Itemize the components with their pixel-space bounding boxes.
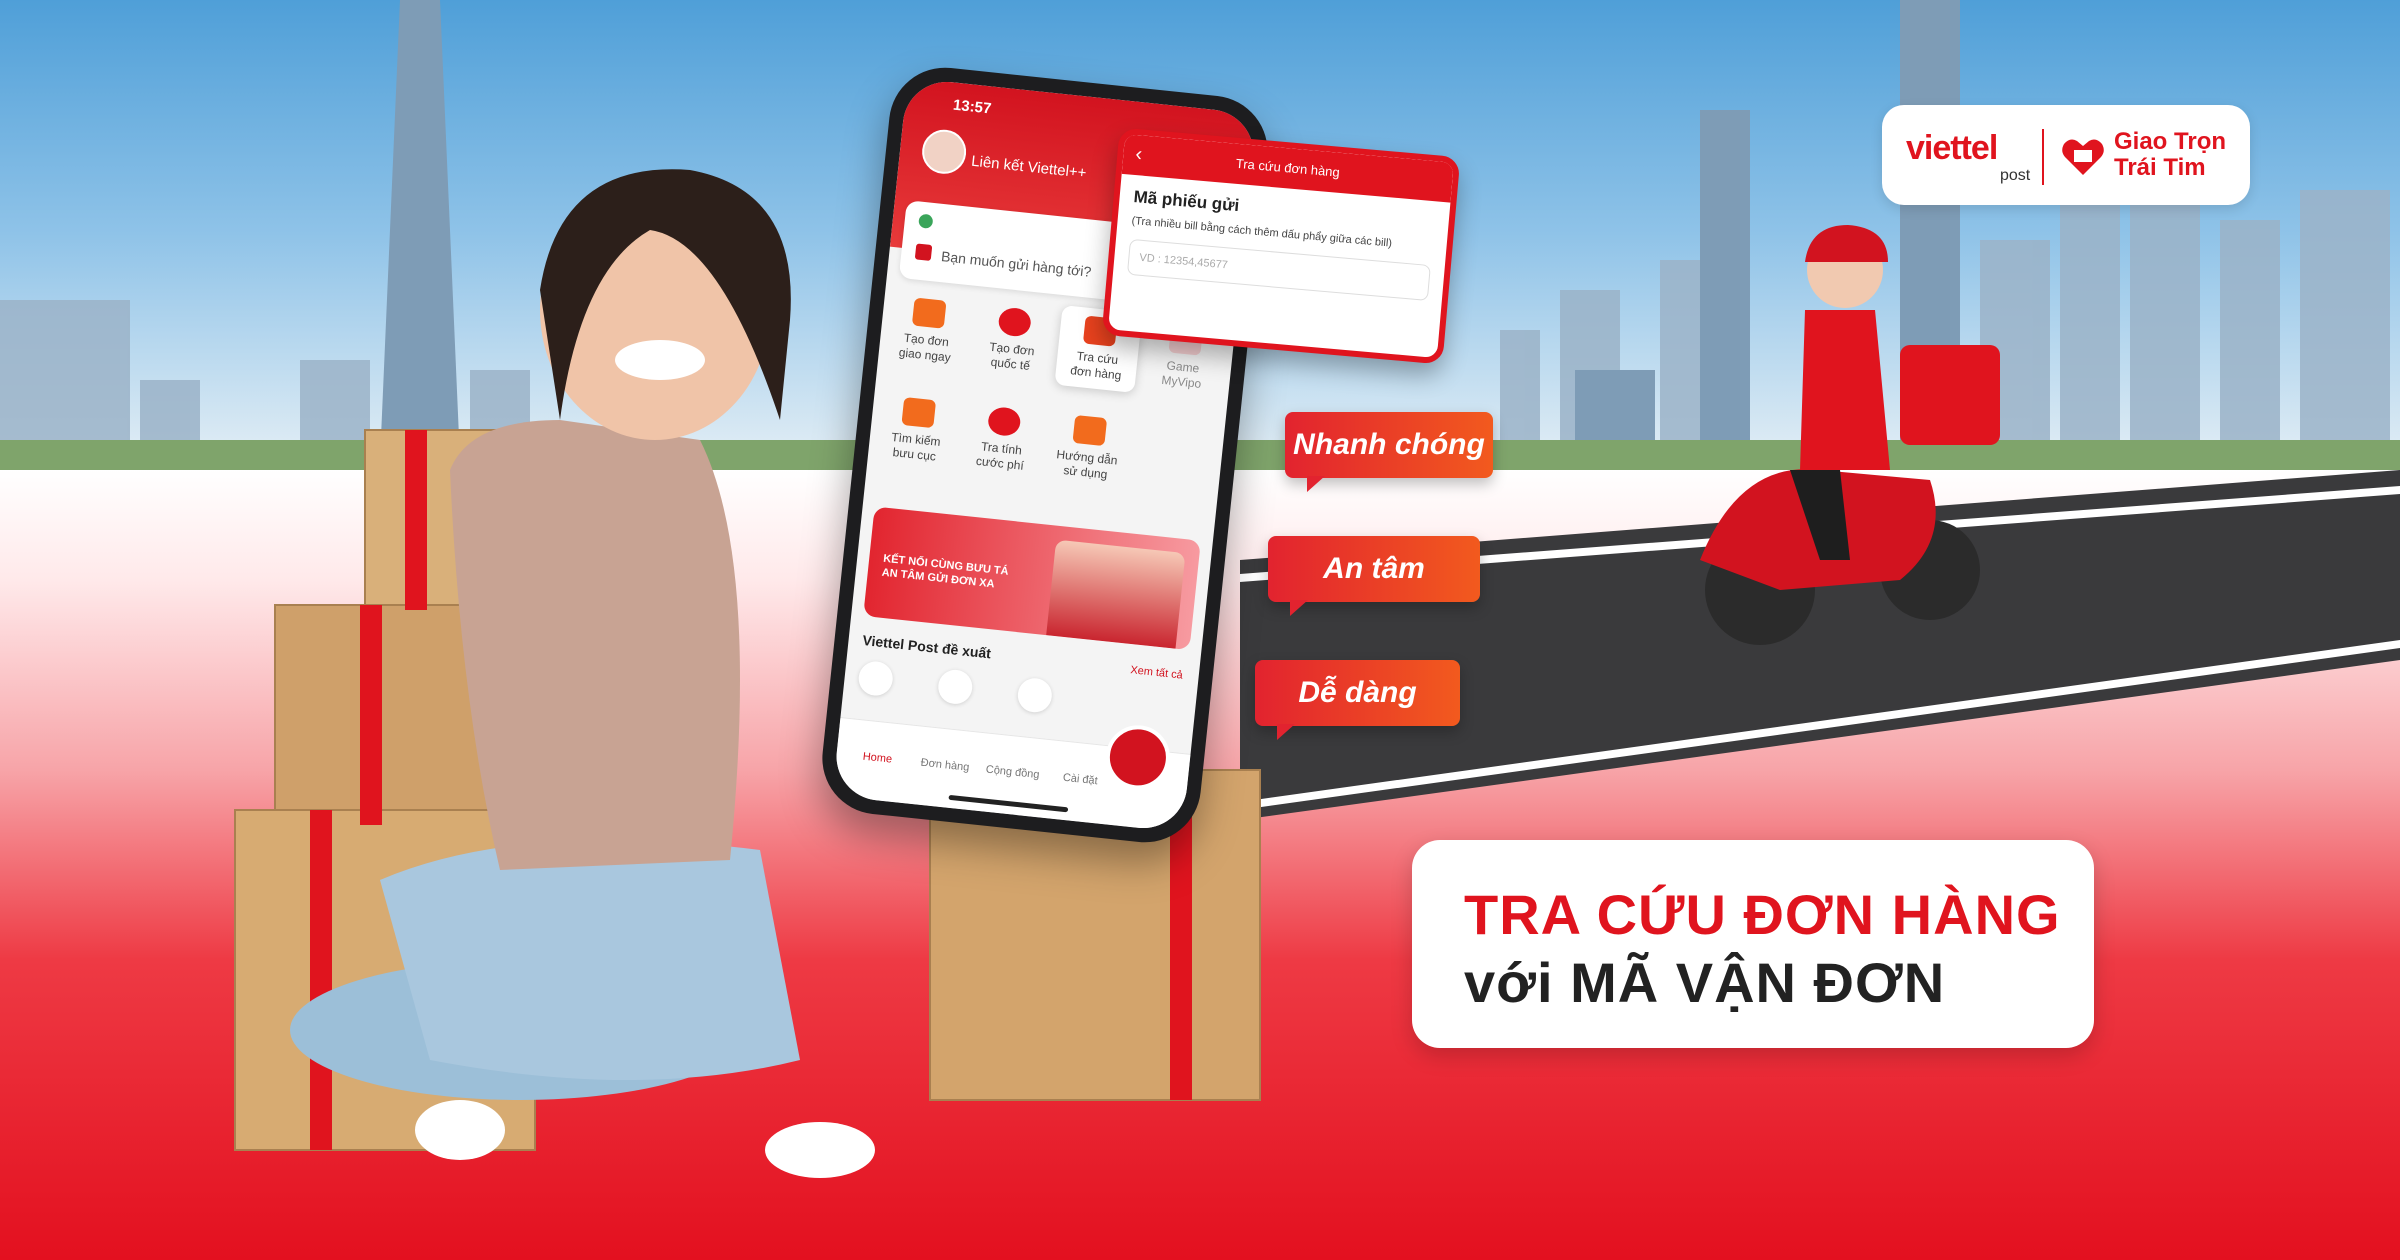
tab-settings[interactable]: Cài đặt [1045,770,1116,789]
logo-divider [2042,129,2044,185]
suggest-lotus-icon[interactable] [1016,676,1054,714]
suggest-title: Viettel Post đề xuất [861,631,992,662]
box-icon [914,243,933,261]
service-guide[interactable]: Hướng dẫn sử dụng [1045,412,1131,484]
calculator-icon [986,405,1022,438]
link-account-label[interactable]: Liên kết Viettel++ [970,153,1087,182]
suggest-heart-icon[interactable] [857,659,895,698]
promo-image [1046,539,1186,649]
badge-fast: Nhanh chóng [1285,412,1493,492]
service-find-office[interactable]: Tìm kiếm bưu cục [874,394,960,466]
popup-title: Tra cứu đơn hàng [1235,155,1341,180]
tracking-popup: ‹ Tra cứu đơn hàng Mã phiếu gửi (Tra nhi… [1101,127,1461,365]
slogan-line-1: Giao Trọn [2114,128,2227,155]
headline-box: TRA CỨU ĐƠN HÀNG với MÃ VẬN ĐƠN [1412,840,2094,1048]
badge-easy: Dễ dàng [1255,660,1460,740]
service-create-order[interactable]: Tạo đơn giao ngay [884,295,970,367]
plane-icon [997,306,1033,338]
headline-line-2: với MÃ VẬN ĐƠN [1464,951,1946,1014]
headline-line-1: TRA CỨU ĐƠN HÀNG [1464,883,2061,946]
service-rate-calc[interactable]: Tra tính cước phí [959,403,1045,475]
send-destination-placeholder: Bạn muốn gửi hàng tới? [940,248,1093,280]
guide-icon [1072,414,1108,447]
origin-dot-icon [918,213,934,229]
badge-safe: An tâm [1268,536,1480,616]
status-time: 13:57 [952,96,993,118]
back-arrow-icon[interactable]: ‹ [1134,135,1144,173]
logo-slogan: Giao Trọn Trái Tim [2114,129,2226,181]
promo-banner[interactable]: KẾT NỐI CÙNG BƯU TÁ AN TÂM GỬI ĐƠN XA [863,506,1201,651]
promo-text: KẾT NỐI CÙNG BƯU TÁ AN TÂM GỬI ĐƠN XA [881,552,1010,591]
avatar[interactable] [919,127,969,176]
tab-home[interactable]: Home [842,749,913,768]
tab-orders[interactable]: Đơn hàng [910,756,981,775]
tab-bar: Home Đơn hàng Cộng đồng Cài đặt [832,717,1191,833]
service-label: MyVipo [1160,372,1202,391]
tab-community[interactable]: Cộng đồng [977,763,1048,782]
heart-box-icon [2062,139,2104,175]
suggest-bank-icon[interactable] [936,668,974,706]
slogan-line-2: Trái Tim [2114,154,2206,181]
brand-logo: viettel post Giao Trọn Trái Tim [1882,105,2250,205]
see-all-link[interactable]: Xem tất cả [1130,664,1184,681]
hero-banner: 13:57 Liên kết Viettel++ Bạn muốn gửi hà… [0,0,2400,1260]
create-order-icon [911,297,947,329]
logo-wordmark: viettel [1906,129,1998,167]
logo-sub: post [2000,167,2031,184]
office-icon [901,396,937,429]
service-international[interactable]: Tạo đơn quốc tế [970,304,1056,376]
service-label: quốc tế [990,354,1031,373]
